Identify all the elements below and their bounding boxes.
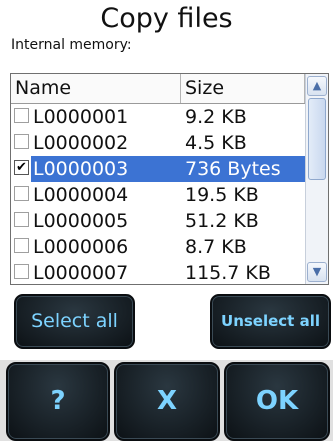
file-name: L0000002 bbox=[33, 132, 129, 154]
file-list[interactable]: Name Size L0000001 9.2 KB L0000002 4.5 KB ✔ L… bbox=[10, 73, 329, 285]
dialog-title: Copy files bbox=[100, 3, 233, 34]
file-row[interactable]: L0000006 8.7 KB bbox=[11, 234, 305, 260]
file-size: 9.2 KB bbox=[185, 106, 247, 128]
file-row[interactable]: L0000007 115.7 KB bbox=[11, 260, 305, 284]
file-checkbox[interactable] bbox=[14, 212, 29, 227]
file-row[interactable]: L0000001 9.2 KB bbox=[11, 104, 305, 130]
vertical-scrollbar[interactable]: ▲ ▼ bbox=[305, 74, 328, 284]
file-size: 4.5 KB bbox=[185, 132, 247, 154]
file-row[interactable]: L0000004 19.5 KB bbox=[11, 182, 305, 208]
file-name: L0000004 bbox=[33, 184, 129, 206]
file-checkbox[interactable] bbox=[14, 238, 29, 253]
source-label: Internal memory: bbox=[11, 37, 132, 53]
cancel-button[interactable]: X bbox=[114, 362, 220, 441]
file-size: 19.5 KB bbox=[185, 184, 259, 206]
file-row[interactable]: L0000005 51.2 KB bbox=[11, 208, 305, 234]
file-checkbox[interactable] bbox=[14, 264, 29, 279]
file-checkbox[interactable] bbox=[14, 108, 29, 123]
file-size: 51.2 KB bbox=[185, 210, 259, 232]
column-header-name[interactable]: Name bbox=[11, 74, 181, 103]
file-checkbox[interactable] bbox=[14, 186, 29, 201]
help-button[interactable]: ? bbox=[6, 362, 110, 441]
ok-button[interactable]: OK bbox=[224, 362, 330, 441]
column-header-size[interactable]: Size bbox=[181, 74, 305, 103]
file-name: L0000003 bbox=[31, 156, 181, 182]
scroll-down-icon[interactable]: ▼ bbox=[307, 262, 327, 282]
file-size: 115.7 KB bbox=[185, 262, 271, 284]
scrollbar-thumb[interactable] bbox=[308, 98, 326, 180]
file-checkbox[interactable]: ✔ bbox=[14, 160, 29, 175]
file-rows: L0000001 9.2 KB L0000002 4.5 KB ✔ L0000003 736… bbox=[11, 104, 305, 284]
file-name: L0000001 bbox=[33, 106, 129, 128]
list-header: Name Size bbox=[11, 74, 305, 104]
file-checkbox[interactable] bbox=[14, 134, 29, 149]
unselect-all-button[interactable]: Unselect all bbox=[210, 294, 331, 349]
file-row[interactable]: L0000002 4.5 KB bbox=[11, 130, 305, 156]
scroll-up-icon[interactable]: ▲ bbox=[307, 76, 327, 96]
file-name: L0000005 bbox=[33, 210, 129, 232]
file-name: L0000007 bbox=[33, 262, 129, 284]
select-all-button[interactable]: Select all bbox=[14, 294, 135, 349]
file-row[interactable]: ✔ L0000003 736 Bytes bbox=[11, 156, 305, 182]
file-name: L0000006 bbox=[33, 236, 129, 258]
file-size: 736 Bytes bbox=[181, 156, 305, 182]
file-size: 8.7 KB bbox=[185, 236, 247, 258]
